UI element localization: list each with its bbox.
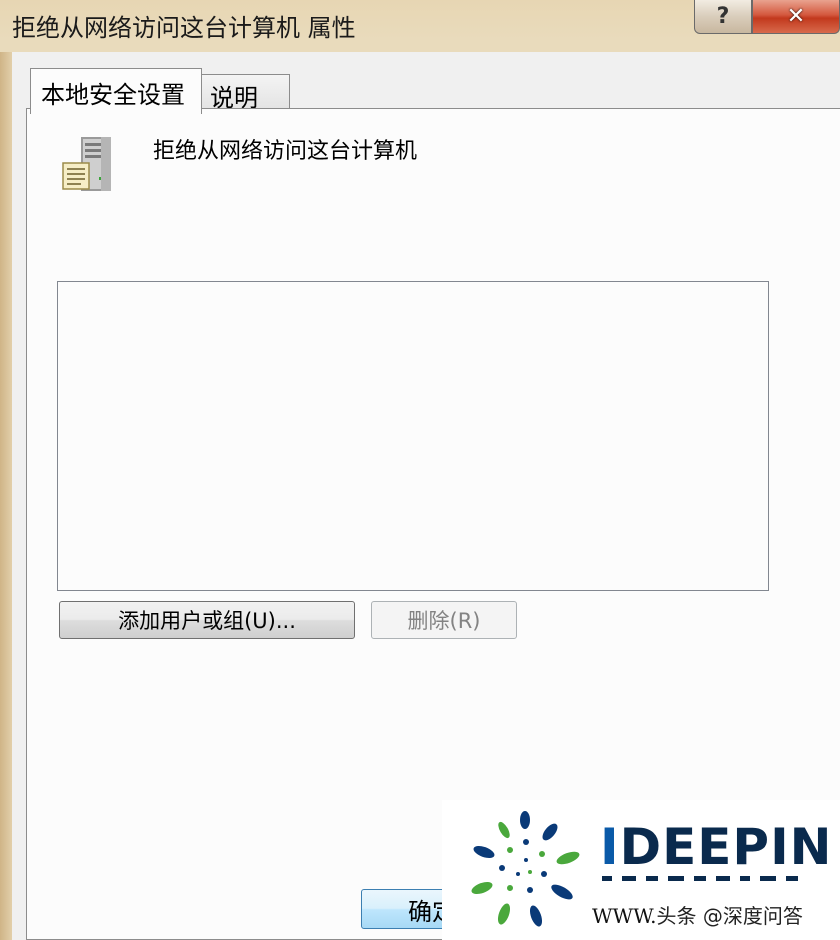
window-left-border xyxy=(0,52,12,940)
window-title: 拒绝从网络访问这台计算机 属性 xyxy=(12,14,356,42)
server-policy-icon xyxy=(62,137,111,191)
watermark-footer: WWW.头条 @深度问答 xyxy=(592,900,803,929)
help-button[interactable]: ? xyxy=(694,0,752,34)
remove-button[interactable]: 删除(R) xyxy=(371,601,517,639)
close-button[interactable]: ✕ xyxy=(752,0,840,34)
help-icon: ? xyxy=(716,4,730,29)
watermark-source: 头条 @深度问答 xyxy=(656,904,803,928)
user-group-list[interactable] xyxy=(57,281,769,591)
brand-tagline-decoration xyxy=(602,876,798,881)
watermark-site: WWW. xyxy=(592,904,657,928)
button-label: 删除(R) xyxy=(407,609,481,633)
tab-local-security-setting[interactable]: 本地安全设置 xyxy=(30,68,202,114)
tab-label: 本地安全设置 xyxy=(41,81,185,109)
watermark-brand: IDEEPIN xyxy=(600,818,833,876)
watermark: IDEEPIN WWW.头条 @深度问答 xyxy=(442,800,840,940)
add-user-or-group-button[interactable]: 添加用户或组(U)... xyxy=(59,601,355,639)
title-bar[interactable]: 拒绝从网络访问这台计算机 属性 ? ✕ xyxy=(0,0,840,52)
properties-dialog: 拒绝从网络访问这台计算机 属性 ? ✕ 本地安全设置 说明 拒绝从网络访问这台计… xyxy=(0,0,840,940)
button-label: 添加用户或组(U)... xyxy=(118,609,296,633)
tab-explain[interactable]: 说明 xyxy=(202,74,290,112)
policy-name: 拒绝从网络访问这台计算机 xyxy=(153,139,418,164)
brand-prefix: I xyxy=(600,818,620,876)
caption-buttons: ? ✕ xyxy=(694,0,840,36)
ideepin-logo-icon xyxy=(471,811,580,927)
close-icon: ✕ xyxy=(786,4,806,29)
brand-rest: DEEPIN xyxy=(619,818,833,876)
